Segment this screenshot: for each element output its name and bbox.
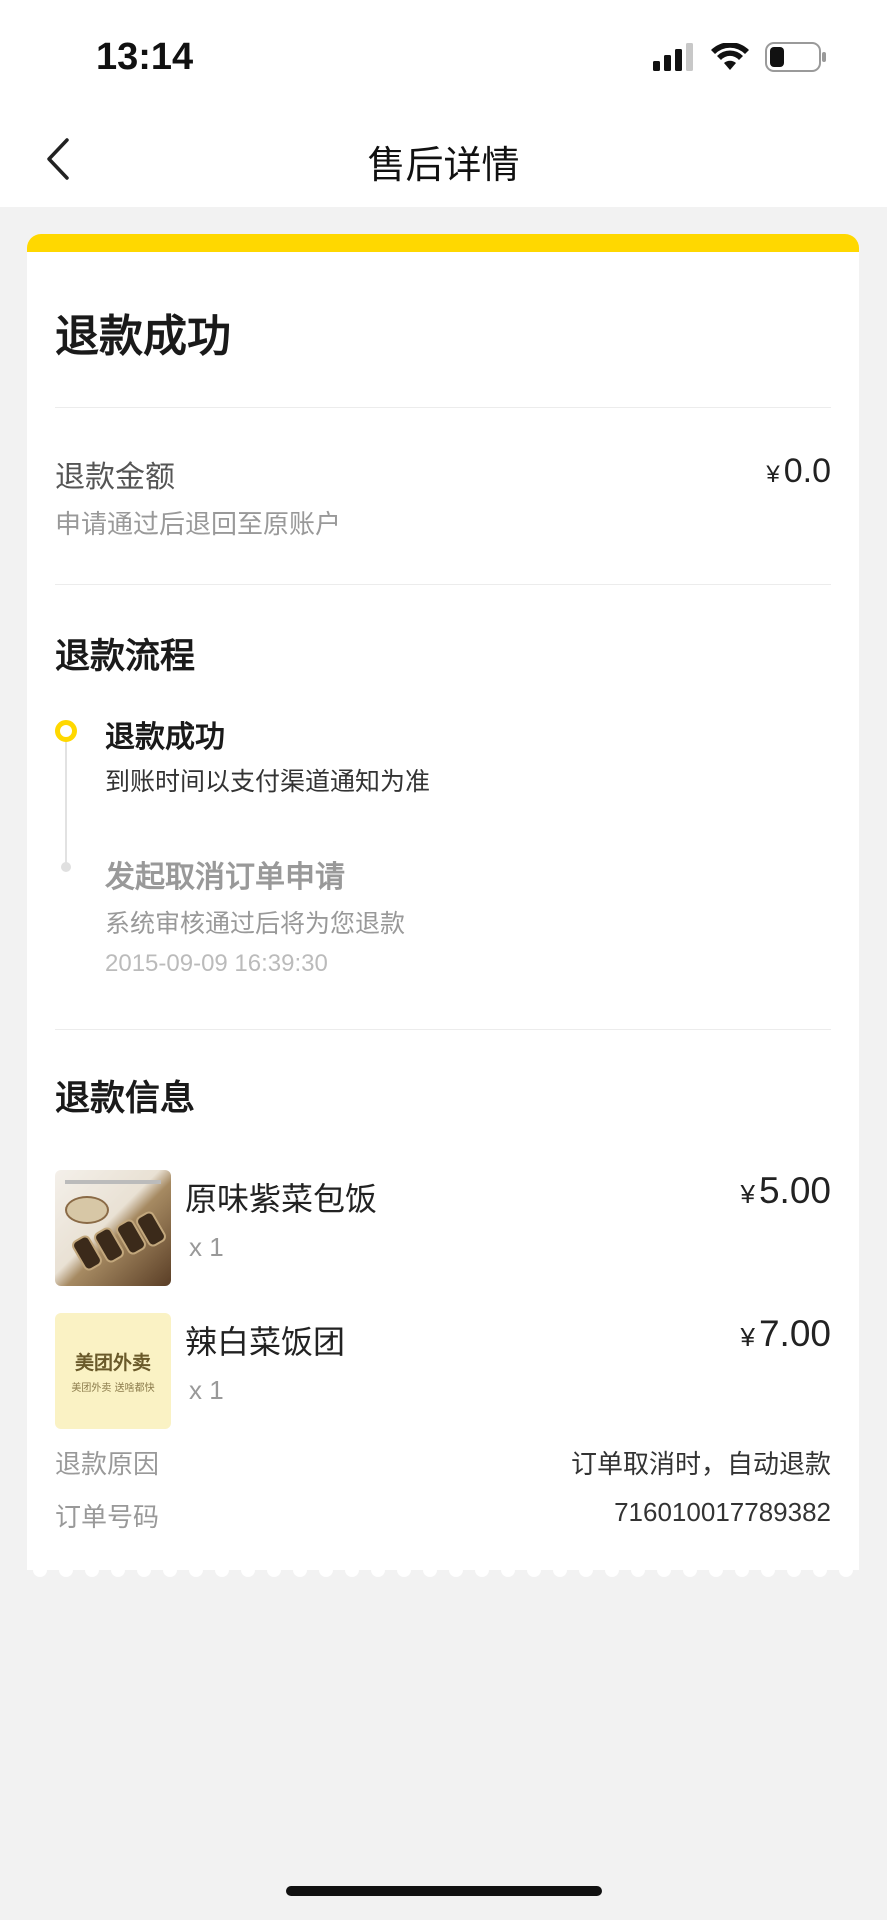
currency-symbol: ¥ bbox=[766, 461, 780, 488]
order-number-label: 订单号码 bbox=[55, 1503, 160, 1533]
divider bbox=[55, 407, 831, 408]
item-thumbnail: 美团外卖 美团外卖 送啥都快 bbox=[55, 1313, 171, 1429]
timeline-step-time: 2015-09-09 16:39:30 bbox=[105, 950, 328, 977]
nav-bar: 售后详情 bbox=[0, 110, 887, 207]
card-scallop-edge bbox=[27, 1562, 859, 1578]
price-number: 7.00 bbox=[758, 1313, 831, 1354]
item-name: 辣白菜饭团 bbox=[185, 1323, 346, 1361]
refund-item[interactable]: 原味紫菜包饭 x 1 ¥5.00 bbox=[55, 1170, 831, 1290]
divider bbox=[55, 1029, 831, 1030]
currency-symbol: ¥ bbox=[740, 1322, 755, 1352]
timeline-step-desc: 到账时间以支付渠道通知为准 bbox=[105, 767, 431, 796]
home-indicator[interactable] bbox=[286, 1886, 602, 1896]
battery-icon bbox=[765, 42, 826, 72]
refund-amount-value: ¥0.0 bbox=[766, 452, 831, 491]
wifi-icon bbox=[711, 43, 749, 70]
divider bbox=[55, 584, 831, 585]
thumbnail-logo: 美团外卖 bbox=[74, 1352, 151, 1374]
status-icons bbox=[653, 40, 827, 74]
refund-amount-note: 申请通过后退回至原账户 bbox=[55, 510, 342, 540]
amount-number: 0.0 bbox=[783, 452, 831, 490]
info-section-title: 退款信息 bbox=[55, 1079, 196, 1119]
process-section-title: 退款流程 bbox=[55, 637, 196, 677]
item-price: ¥7.00 bbox=[741, 1313, 831, 1355]
refund-status: 退款成功 bbox=[55, 311, 231, 362]
refund-amount-label: 退款金额 bbox=[55, 460, 175, 495]
refund-card: 退款成功 退款金额 ¥0.0 申请通过后退回至原账户 退款流程 退款成功 到账时… bbox=[27, 234, 859, 1570]
timeline-step-desc: 系统审核通过后将为您退款 bbox=[105, 909, 406, 938]
timeline-step-title: 发起取消订单申请 bbox=[105, 860, 345, 895]
item-quantity: x 1 bbox=[189, 1232, 224, 1262]
timeline-dot-active bbox=[55, 720, 77, 742]
thumbnail-tagline: 美团外卖 送啥都快 bbox=[71, 1383, 155, 1394]
status-bar: 13:14 bbox=[0, 0, 887, 110]
item-name: 原味紫菜包饭 bbox=[185, 1180, 378, 1218]
page-title: 售后详情 bbox=[367, 143, 520, 187]
item-quantity: x 1 bbox=[189, 1375, 224, 1405]
price-number: 5.00 bbox=[758, 1170, 831, 1211]
timeline-line bbox=[65, 739, 67, 863]
signal-icon bbox=[653, 43, 693, 71]
card-accent-bar bbox=[27, 234, 859, 252]
refund-item[interactable]: 美团外卖 美团外卖 送啥都快 辣白菜饭团 x 1 ¥7.00 bbox=[55, 1313, 831, 1433]
timeline-step-title: 退款成功 bbox=[105, 720, 225, 755]
status-time: 13:14 bbox=[96, 36, 194, 78]
timeline-dot bbox=[61, 862, 71, 872]
item-thumbnail bbox=[55, 1170, 171, 1286]
order-number-value[interactable]: 716010017789382 bbox=[614, 1497, 831, 1528]
item-price: ¥5.00 bbox=[741, 1170, 831, 1212]
refund-reason-value: 订单取消时，自动退款 bbox=[570, 1450, 831, 1480]
refund-reason-label: 退款原因 bbox=[55, 1450, 160, 1480]
currency-symbol: ¥ bbox=[740, 1179, 755, 1209]
